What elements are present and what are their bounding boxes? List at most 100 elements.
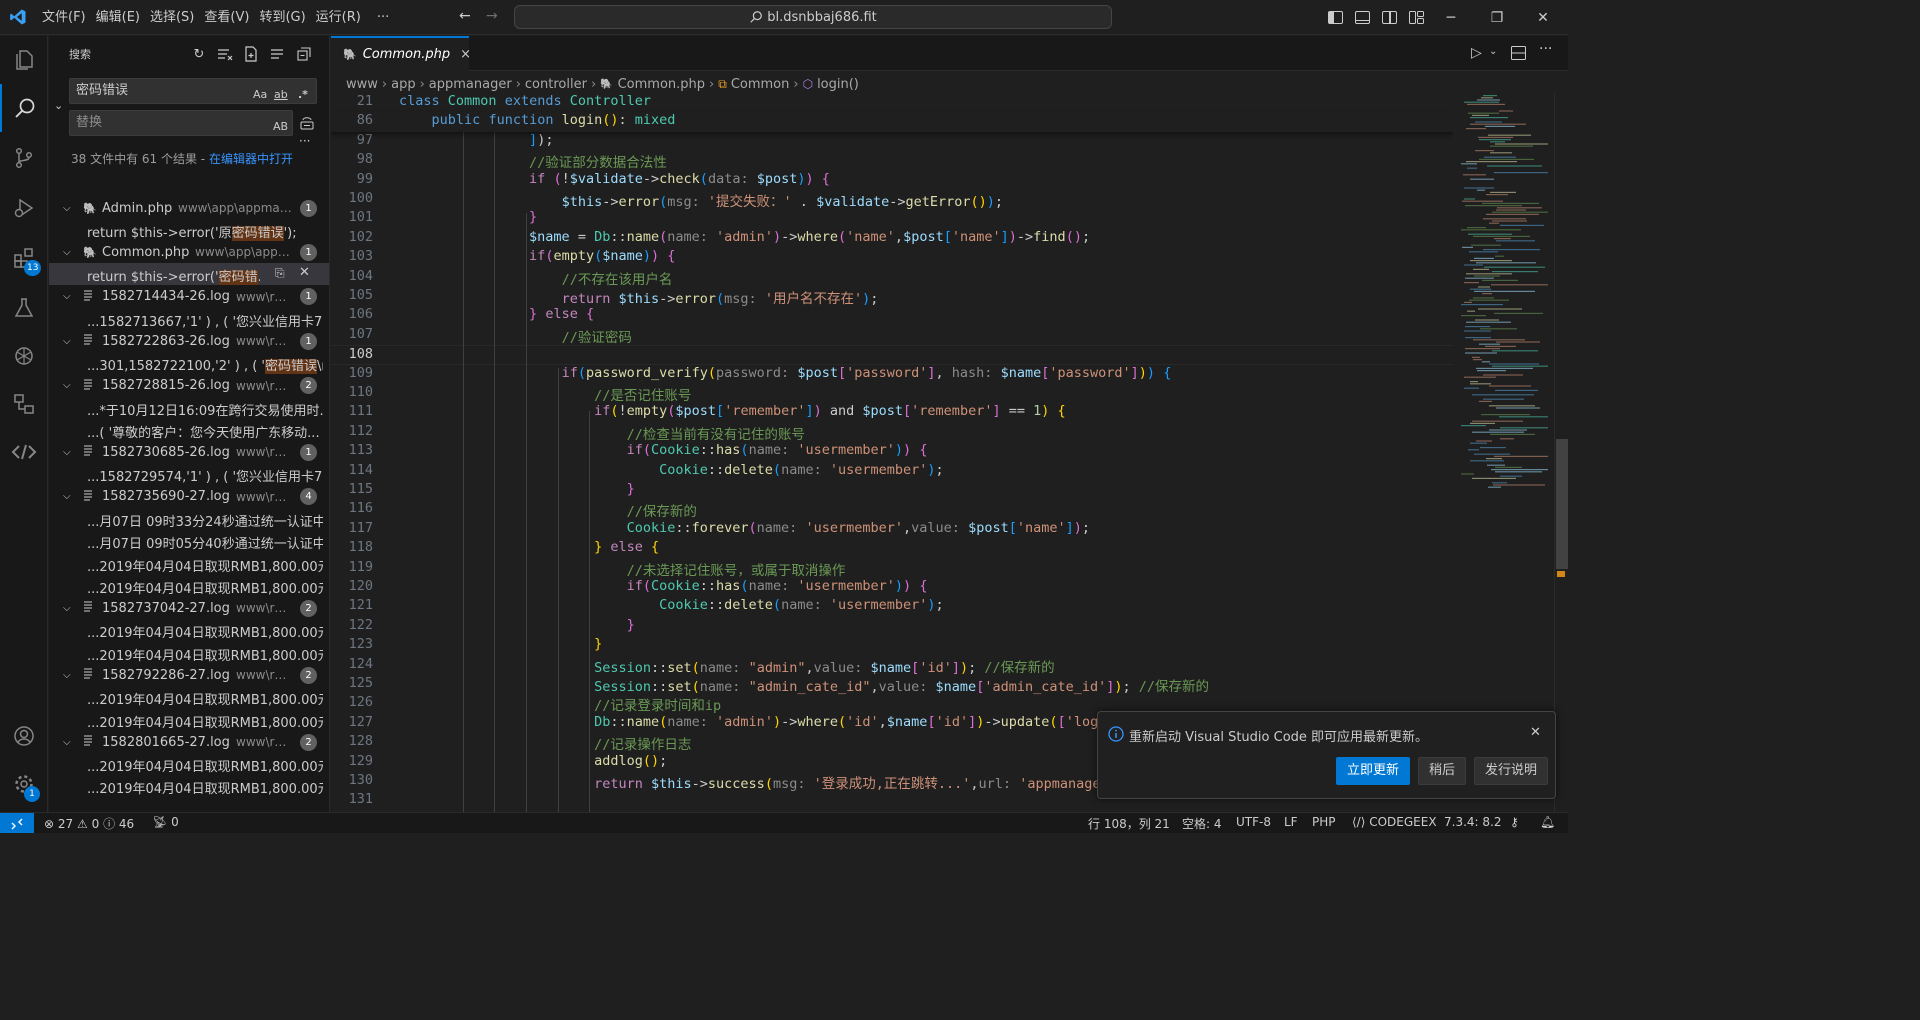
breadcrumb-item[interactable]: appmanager: [429, 77, 512, 92]
whole-word-toggle[interactable]: ab: [274, 83, 288, 107]
chevron-down-icon[interactable]: ⌵: [63, 380, 71, 391]
result-match-row[interactable]: ...( '尊敬的客户：您今天使用广东移动...: [49, 419, 329, 441]
release-notes-button[interactable]: 发行说明: [1474, 757, 1549, 785]
customize-layout-icon[interactable]: [1409, 11, 1424, 24]
code-line[interactable]: 115 }: [331, 481, 1453, 500]
run-file-icon[interactable]: ▷: [1471, 45, 1482, 61]
result-file-row[interactable]: ⌵ 1582728815-26.log 2 www\runtime\log: [49, 375, 329, 397]
collapse-all-icon[interactable]: [294, 44, 314, 64]
sticky-scroll-line[interactable]: 86 public function login(): mixed: [331, 112, 1453, 132]
result-match-row[interactable]: ...2019年04月04日取现RMB1,800.00元...: [49, 575, 329, 597]
refresh-icon[interactable]: ↻: [189, 44, 209, 64]
breadcrumb-item[interactable]: Common: [731, 77, 790, 92]
result-match-row[interactable]: ...月07日 09时05分40秒通过统一认证中...: [49, 530, 329, 552]
explorer-icon[interactable]: [0, 36, 48, 84]
code-line[interactable]: 109 if(password_verify(password: $post['…: [331, 365, 1453, 384]
split-editor-icon[interactable]: [1511, 46, 1526, 64]
result-file-row[interactable]: ⌵ 🐘 Admin.php 1 www\app\appmanager\controlle…: [49, 197, 329, 219]
chevron-down-icon[interactable]: ⌵: [63, 670, 71, 681]
code-line[interactable]: 122 }: [331, 617, 1453, 636]
search-input[interactable]: 密码错误 Aa ab .*: [69, 78, 317, 104]
code-line[interactable]: 99 if (!$validate->check(data: $post)) {: [331, 171, 1453, 190]
code-line[interactable]: 106 } else {: [331, 306, 1453, 325]
notifications-bell-icon[interactable]: 🔔︎: [1540, 815, 1555, 829]
code-line[interactable]: 125 Session::set(name: "admin_cate_id",v…: [331, 675, 1453, 695]
problems-indicator[interactable]: ⊗ 27 ⚠ 0 ⓘ 46: [44, 815, 134, 832]
chevron-down-icon[interactable]: ⌵: [63, 247, 71, 258]
replace-all-icon[interactable]: [300, 116, 314, 134]
code-line[interactable]: 98 //验证部分数据合法性: [331, 151, 1453, 171]
forward-arrow-icon[interactable]: →: [486, 8, 498, 24]
chevron-down-icon[interactable]: ⌵: [63, 603, 71, 614]
toggle-replace-chevron-icon[interactable]: ⌄: [54, 99, 63, 112]
code-line[interactable]: 97 ]);: [331, 132, 1453, 151]
language-mode[interactable]: PHP: [1312, 815, 1336, 829]
remote-explorer-icon[interactable]: [0, 380, 48, 428]
code-editor[interactable]: 21 class Common extends Controller 86 publ…: [331, 93, 1453, 812]
result-file-row[interactable]: ⌵ 1582792286-27.log 2 www\runtime\log: [49, 664, 329, 686]
run-dropdown-icon[interactable]: ⌄: [1489, 46, 1497, 57]
code-line[interactable]: 118 } else {: [331, 539, 1453, 558]
end-of-line[interactable]: LF: [1284, 815, 1298, 829]
sticky-scroll-line[interactable]: 21 class Common extends Controller: [331, 93, 1453, 113]
indentation[interactable]: 空格: 4: [1182, 815, 1222, 832]
breadcrumb-item[interactable]: controller: [525, 77, 587, 92]
code-line[interactable]: 124 Session::set(name: "admin",value: $n…: [331, 656, 1453, 676]
result-match-row[interactable]: ...2019年04月04日取现RMB1,800.00元...: [49, 775, 329, 797]
result-file-row[interactable]: ⌵ 1582735690-27.log 4 www\runtime\log: [49, 486, 329, 508]
back-arrow-icon[interactable]: ←: [459, 8, 471, 24]
codegeex-status[interactable]: ⟨/⟩ CODEGEEX: [1352, 815, 1437, 829]
code-line[interactable]: 104 //不存在该用户名: [331, 268, 1453, 288]
php-version[interactable]: 7.3.4: 8.2: [1444, 815, 1501, 829]
result-match-row[interactable]: ...2019年04月04日取现RMB1,800.00元...: [49, 642, 329, 664]
code-line[interactable]: 105 return $this->error(msg: '用户名不存在');: [331, 287, 1453, 307]
menu-item[interactable]: 选择(S): [145, 0, 199, 35]
result-match-row[interactable]: ...1582729574,'1' ) , ( '您兴业信用卡710...: [49, 463, 329, 485]
notification-close-icon[interactable]: ✕: [1530, 725, 1541, 740]
chevron-down-icon[interactable]: ⌵: [63, 203, 71, 214]
menu-item[interactable]: 运行(R): [311, 0, 366, 35]
remote-indicator-icon[interactable]: [0, 813, 34, 833]
more-actions-icon[interactable]: ···: [1539, 41, 1552, 57]
result-file-row[interactable]: ⌵ 1582722863-26.log 1 www\runtime\log: [49, 330, 329, 352]
code-line[interactable]: 103 if(empty($name)) {: [331, 248, 1453, 267]
menu-item[interactable]: 转到(G): [254, 0, 310, 35]
run-debug-icon[interactable]: [0, 184, 48, 232]
restore-icon[interactable]: ❐: [1474, 10, 1520, 26]
new-search-editor-icon[interactable]: [241, 44, 261, 64]
dismiss-match-icon[interactable]: ✕: [299, 265, 310, 280]
cursor-position[interactable]: 行 108，列 21: [1088, 815, 1170, 832]
result-match-row[interactable]: ...2019年04月04日取现RMB1,800.00元...: [49, 709, 329, 731]
code-line[interactable]: 116 //保存新的: [331, 500, 1453, 520]
code-line[interactable]: 121 Cookie::delete(name: 'usermember');: [331, 597, 1453, 616]
accounts-icon[interactable]: [0, 712, 48, 760]
result-file-row[interactable]: ⌵ 1582801665-27.log 2 www\runtime\log: [49, 731, 329, 753]
encoding[interactable]: UTF-8: [1236, 815, 1271, 829]
view-as-tree-icon[interactable]: [267, 44, 287, 64]
tab-common-php[interactable]: 🐘 Common.php ×: [331, 36, 471, 71]
result-match-row[interactable]: ...2019年04月04日取现RMB1,800.00元...: [49, 553, 329, 575]
toggle-panel-icon[interactable]: [1355, 11, 1370, 24]
chevron-down-icon[interactable]: ⌵: [63, 737, 71, 748]
search-view-icon[interactable]: [0, 84, 48, 132]
result-match-row[interactable]: ...2019年04月04日取现RMB1,800.00元...: [49, 619, 329, 641]
code-line[interactable]: 107 //验证密码: [331, 326, 1453, 346]
code-line[interactable]: 101 }: [331, 209, 1453, 228]
code-line[interactable]: 120 if(Cookie::has(name: 'usermember')) …: [331, 578, 1453, 597]
toggle-secondary-sidebar-icon[interactable]: [1382, 11, 1397, 24]
more-menu-icon[interactable]: ···: [372, 0, 394, 35]
menu-item[interactable]: 编辑(E): [91, 0, 145, 35]
preserve-case-toggle[interactable]: AB: [273, 115, 288, 139]
result-match-row[interactable]: return $this->error('原密码错误');: [49, 219, 329, 241]
chevron-down-icon[interactable]: ⌵: [63, 291, 71, 302]
update-now-button[interactable]: 立即更新: [1336, 757, 1411, 785]
chevron-down-icon[interactable]: ⌵: [63, 491, 71, 502]
code-line[interactable]: 100 $this->error(msg: '提交失败：' . $validat…: [331, 190, 1453, 210]
breadcrumb-item[interactable]: www: [346, 77, 378, 92]
result-file-row[interactable]: ⌵ 1582730685-26.log 1 www\runtime\log: [49, 441, 329, 463]
result-file-row[interactable]: ⌵ 1582714434-26.log 1 www\runtime\log: [49, 286, 329, 308]
chevron-down-icon[interactable]: ⌵: [63, 447, 71, 458]
breadcrumb-item[interactable]: app: [391, 77, 415, 92]
result-match-row[interactable]: ...2019年04月04日取现RMB1,800.00元...: [49, 686, 329, 708]
editor-scrollbar[interactable]: [1554, 93, 1568, 812]
